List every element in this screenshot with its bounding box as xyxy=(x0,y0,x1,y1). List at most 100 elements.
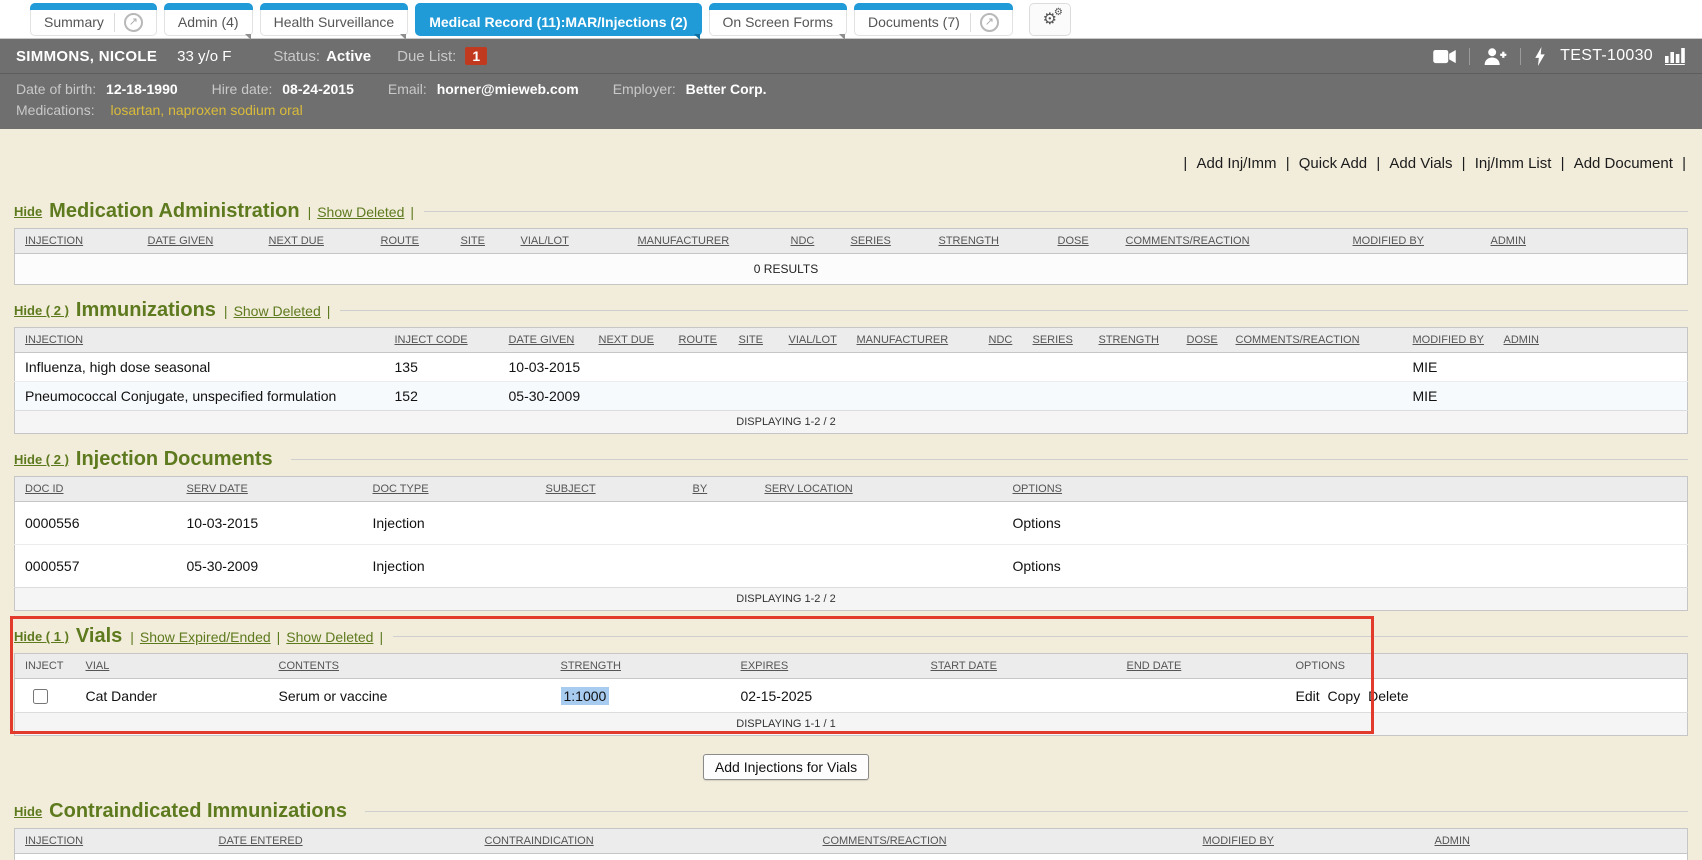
hide-med-admin-link[interactable]: Hide xyxy=(14,204,42,219)
pipe: | xyxy=(1286,155,1290,172)
tab-medical-record-label: Medical Record (11):MAR/Injections (2) xyxy=(429,14,687,30)
vials-button-row: Add Injections for Vials xyxy=(14,736,1688,786)
tab-documents[interactable]: Documents (7) ↗ xyxy=(854,3,1013,36)
col-serv-date: SERV DATE xyxy=(177,477,363,502)
doc-id[interactable]: 0000557 xyxy=(15,545,177,588)
injection-documents-table: DOC ID SERV DATE DOC TYPE SUBJECT BY SER… xyxy=(14,476,1688,611)
col-admin: ADMIN xyxy=(1494,328,1688,353)
vial-inject-checkbox[interactable] xyxy=(33,689,48,704)
serv-date: 05-30-2009 xyxy=(177,545,363,588)
inj-imm-list-link[interactable]: Inj/Imm List xyxy=(1475,155,1552,172)
add-injections-for-vials-button[interactable]: Add Injections for Vials xyxy=(703,754,869,780)
col-start-date: START DATE xyxy=(921,654,1117,679)
date-given: 05-30-2009 xyxy=(499,382,589,411)
pipe: | xyxy=(410,204,414,220)
med-admin-table: INJECTION DATE GIVEN NEXT DUE ROUTE SITE… xyxy=(14,228,1688,285)
paging-status: DISPLAYING 1-2 / 2 xyxy=(15,588,1688,611)
vials-section: Hide ( 1 ) Vials | Show Expired/Ended | … xyxy=(14,625,1688,736)
col-injection: INJECTION xyxy=(15,229,138,254)
contraindicated-title: Contraindicated Immunizations xyxy=(49,800,347,823)
col-date-given: DATE GIVEN xyxy=(138,229,259,254)
paging-status: DISPLAYING 1-1 / 1 xyxy=(15,713,1688,736)
tab-on-screen-forms[interactable]: On Screen Forms xyxy=(709,3,847,36)
col-end-date: END DATE xyxy=(1117,654,1286,679)
col-series: SERIES xyxy=(841,229,929,254)
tab-settings-button[interactable]: ⚙ ⚙ xyxy=(1029,3,1071,36)
col-next-due: NEXT DUE xyxy=(259,229,371,254)
tab-summary[interactable]: Summary ↗ xyxy=(30,3,157,36)
show-deleted-link[interactable]: Show Deleted xyxy=(317,204,404,220)
patient-demographics-bar: Date of birth: 12-18-1990 Hire date: 08-… xyxy=(0,73,1702,129)
add-inj-imm-link[interactable]: Add Inj/Imm xyxy=(1196,155,1276,172)
divider xyxy=(1469,48,1470,65)
doc-id[interactable]: 0000556 xyxy=(15,502,177,545)
col-by: BY xyxy=(683,477,755,502)
hide-vials-link[interactable]: Hide ( 1 ) xyxy=(14,629,69,644)
col-modified-by: MODIFIED BY xyxy=(1193,829,1425,854)
hire-date-label: Hire date: xyxy=(212,81,273,97)
paging-status: DISPLAYING 1-2 / 2 xyxy=(15,411,1688,434)
col-site: SITE xyxy=(729,328,779,353)
col-strength: STRENGTH xyxy=(929,229,1048,254)
show-expired-ended-link[interactable]: Show Expired/Ended xyxy=(140,629,271,645)
col-options: OPTIONS xyxy=(1286,654,1688,679)
table-row: Pneumococcal Conjugate, unspecified form… xyxy=(15,382,1688,411)
add-document-link[interactable]: Add Document xyxy=(1574,155,1673,172)
vial-contents: Serum or vaccine xyxy=(269,679,551,713)
col-options: OPTIONS xyxy=(1003,477,1688,502)
status-label: Status: xyxy=(273,48,320,65)
col-modified-by: MODIFIED BY xyxy=(1403,328,1494,353)
copy-link[interactable]: Copy xyxy=(1328,688,1361,704)
quick-add-link[interactable]: Quick Add xyxy=(1299,155,1367,172)
tab-summary-popout-button[interactable]: ↗ xyxy=(114,13,143,32)
show-deleted-link[interactable]: Show Deleted xyxy=(286,629,373,645)
medications-value[interactable]: losartan, naproxen sodium oral xyxy=(110,102,302,118)
video-camera-icon[interactable] xyxy=(1433,49,1456,64)
dob-value: 12-18-1990 xyxy=(106,81,178,97)
add-vials-link[interactable]: Add Vials xyxy=(1389,155,1452,172)
vial-expires: 02-15-2025 xyxy=(731,679,921,713)
hide-immunizations-link[interactable]: Hide ( 2 ) xyxy=(14,303,69,318)
tab-admin[interactable]: Admin (4) xyxy=(164,3,253,36)
delete-link[interactable]: Delete xyxy=(1368,688,1408,704)
col-ndc: NDC xyxy=(781,229,841,254)
person-add-icon[interactable] xyxy=(1483,48,1507,65)
edit-link[interactable]: Edit xyxy=(1296,688,1320,704)
col-inject: INJECT xyxy=(15,654,76,679)
dob-label: Date of birth: xyxy=(16,81,96,97)
pipe: | xyxy=(1462,155,1466,172)
modified-by: MIE xyxy=(1403,353,1494,382)
dob-field: Date of birth: 12-18-1990 xyxy=(16,81,178,97)
col-manufacturer: MANUFACTURER xyxy=(628,229,781,254)
options-menu[interactable]: Options xyxy=(1003,502,1688,545)
options-menu[interactable]: Options xyxy=(1003,545,1688,588)
show-deleted-link[interactable]: Show Deleted xyxy=(234,303,321,319)
table-row: Influenza, high dose seasonal 135 10-03-… xyxy=(15,353,1688,382)
immunizations-table: INJECTION INJECT CODE DATE GIVEN NEXT DU… xyxy=(14,327,1688,434)
tab-health-surveillance[interactable]: Health Surveillance xyxy=(260,3,409,36)
col-admin: ADMIN xyxy=(1481,229,1688,254)
pipe: | xyxy=(1561,155,1565,172)
lightning-icon[interactable] xyxy=(1534,47,1546,66)
mar-injections-page: Summary ↗ Admin (4) Health Surveillance … xyxy=(0,0,1702,860)
hide-injection-documents-link[interactable]: Hide ( 2 ) xyxy=(14,452,69,467)
col-expires: EXPIRES xyxy=(731,654,921,679)
pipe: | xyxy=(277,629,281,645)
vial-name: Cat Dander xyxy=(76,679,269,713)
section-rule xyxy=(291,459,1688,460)
col-contraindication: CONTRAINDICATION xyxy=(475,829,813,854)
vials-title: Vials xyxy=(76,625,122,648)
col-date-given: DATE GIVEN xyxy=(499,328,589,353)
col-vial-lot: VIAL/LOT xyxy=(511,229,628,254)
date-given: 10-03-2015 xyxy=(499,353,589,382)
hide-contraindicated-link[interactable]: Hide xyxy=(14,804,42,819)
col-strength: STRENGTH xyxy=(551,654,731,679)
tab-documents-popout-button[interactable]: ↗ xyxy=(970,13,999,32)
due-list-count-badge[interactable]: 1 xyxy=(465,47,487,65)
empty-body xyxy=(15,854,1688,860)
tab-medical-record[interactable]: Medical Record (11):MAR/Injections (2) xyxy=(415,3,701,36)
bar-chart-icon[interactable] xyxy=(1665,47,1686,65)
tab-summary-label: Summary xyxy=(44,14,104,30)
hire-date-field: Hire date: 08-24-2015 xyxy=(212,81,354,97)
injection-documents-title: Injection Documents xyxy=(76,448,273,471)
